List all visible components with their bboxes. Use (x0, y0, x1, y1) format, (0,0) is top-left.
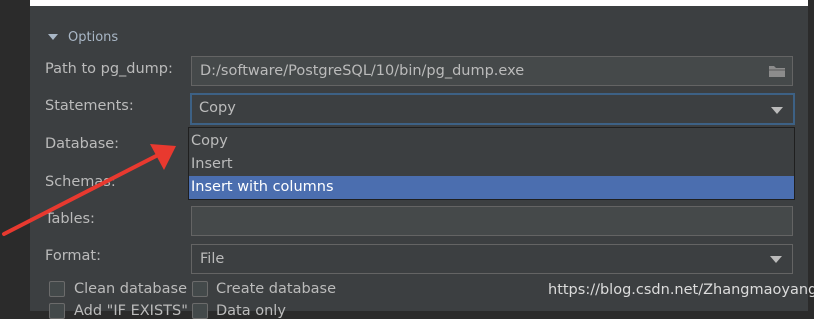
create-database-option[interactable]: Create database (192, 281, 336, 297)
statements-value: Copy (199, 100, 236, 116)
statements-combo[interactable]: Copy (190, 93, 795, 125)
path-value: D:/software/PostgreSQL/10/bin/pg_dump.ex… (200, 63, 525, 79)
clean-database-checkbox[interactable] (49, 281, 65, 297)
add-if-exists-label: Add "IF EXISTS" (74, 303, 188, 319)
data-only-label: Data only (216, 303, 286, 319)
create-database-checkbox[interactable] (192, 281, 208, 297)
clean-database-label: Clean database (74, 281, 187, 297)
data-only-option[interactable]: Data only (192, 303, 286, 319)
path-input[interactable]: D:/software/PostgreSQL/10/bin/pg_dump.ex… (191, 56, 793, 86)
statements-dropdown: Copy Insert Insert with columns (188, 127, 795, 200)
chevron-down-icon[interactable] (771, 107, 783, 114)
tables-input[interactable] (191, 206, 793, 236)
dropdown-item-insert[interactable]: Insert (189, 153, 794, 176)
statements-label: Statements: (45, 98, 134, 114)
options-title: Options (68, 29, 119, 45)
dropdown-item-copy[interactable]: Copy (189, 130, 794, 153)
format-label: Format: (45, 248, 101, 264)
triangle-down-icon (48, 34, 58, 40)
path-label: Path to pg_dump: (45, 61, 173, 77)
format-combo[interactable]: File (191, 244, 793, 274)
options-section-header[interactable]: Options (48, 28, 118, 46)
folder-icon[interactable] (768, 64, 786, 78)
clean-database-option[interactable]: Clean database (49, 281, 187, 297)
chevron-down-icon[interactable] (770, 256, 782, 263)
add-if-exists-option[interactable]: Add "IF EXISTS" (49, 303, 188, 319)
watermark: https://blog.csdn.net/Zhangmaoyang (548, 282, 814, 298)
data-only-checkbox[interactable] (192, 303, 208, 319)
create-database-label: Create database (216, 281, 337, 297)
add-if-exists-checkbox[interactable] (49, 303, 65, 319)
annotation-arrow-icon (2, 144, 176, 236)
format-value: File (200, 251, 225, 267)
right-gutter (808, 0, 814, 311)
dropdown-item-insert-with-columns[interactable]: Insert with columns (189, 176, 794, 199)
